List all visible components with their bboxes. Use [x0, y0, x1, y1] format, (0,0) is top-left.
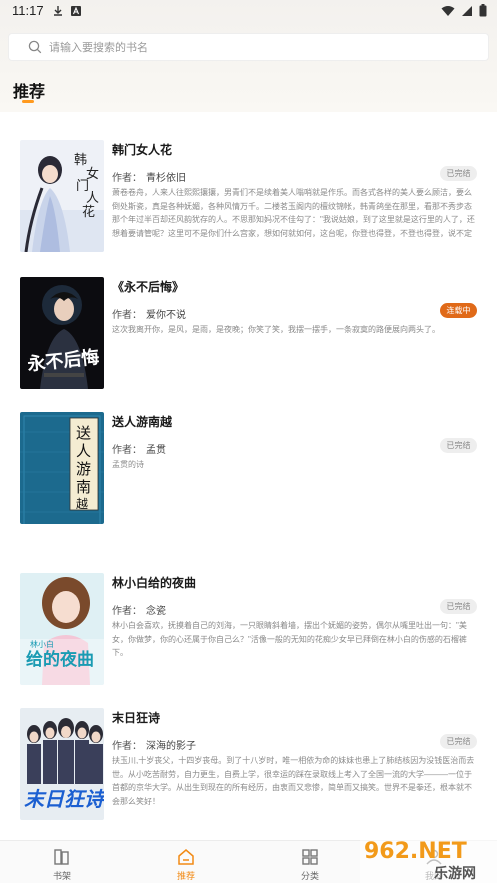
book-item[interactable]: 永不后悔 《永不后悔》 作者： 爱你不说 连载中 这次我离开你，是风，是雨，是夜晚… — [0, 249, 497, 389]
book-description: 这次我离开你，是风，是雨，是夜晚；你笑了笑，我摆一摆手，一条寂寞的路便展向两头了… — [112, 325, 440, 334]
notification-icon — [71, 6, 81, 16]
watermark-logo: 962.NET 乐游网 — [360, 832, 497, 883]
author-name: 青杉依旧 — [146, 173, 186, 184]
book-title[interactable]: 末日狂诗 — [112, 709, 160, 726]
status-badge: 连载中 — [440, 303, 477, 318]
svg-text:给的夜曲: 给的夜曲 — [26, 649, 94, 670]
svg-text:韩: 韩 — [74, 153, 87, 168]
book-author: 作者： 青杉依旧 — [112, 169, 186, 184]
tab-label: 推荐 — [176, 871, 195, 881]
book-description: 扶玉川,十岁丧父，十四岁丧母。到了十八岁时，唯一相依为命的妹妹也患上了肺结核因为… — [112, 756, 475, 806]
cover-image: 送 人 游 南 越 — [20, 412, 104, 524]
download-icon — [54, 6, 62, 16]
book-cover[interactable]: 给的夜曲 林小白 — [20, 573, 104, 685]
book-item[interactable]: 给的夜曲 林小白 林小白给的夜曲 作者： 念瓷 已完结 林小白会喜欢，抚摸着自己的… — [0, 545, 497, 685]
status-badge: 已完结 — [440, 438, 477, 453]
book-author: 作者： 孟贯 — [112, 441, 166, 456]
book-author: 作者： 念瓷 — [112, 602, 166, 617]
tab-category[interactable]: 分类 — [248, 841, 372, 884]
status-badge: 已完结 — [440, 734, 477, 749]
author-name: 念瓷 — [146, 606, 166, 617]
author-name: 爱你不说 — [146, 310, 186, 321]
watermark-subtext: 乐游网 — [434, 865, 476, 882]
cover-image: 末日狂诗 — [20, 708, 104, 820]
book-item[interactable]: 送 人 游 南 越 送人游南越 作者： 孟贯 已完结 孟贯的诗 — [0, 384, 497, 524]
svg-text:花: 花 — [82, 204, 95, 220]
author-label: 作者： — [112, 173, 142, 184]
svg-text:末日狂诗: 末日狂诗 — [24, 787, 104, 811]
header-area: 11:17 推荐 — [0, 0, 497, 112]
tab-bookshelf[interactable]: 书架 — [0, 841, 124, 884]
book-description: 孟贯的诗 — [112, 460, 144, 469]
author-label: 作者： — [112, 606, 142, 617]
search-icon — [28, 40, 42, 54]
author-label: 作者： — [112, 310, 142, 321]
wifi-icon — [441, 5, 455, 16]
book-description: 萧卷卷舟，人来人往熙熙攘攘，男青们不是续着美人嗡哨就是作乐。而各式各样的美人要么… — [112, 188, 475, 238]
svg-text:人: 人 — [76, 442, 91, 460]
section-title-underline — [22, 100, 34, 103]
author-name: 深海的影子 — [146, 741, 196, 752]
cover-image: 给的夜曲 林小白 — [20, 573, 104, 685]
svg-text:林小白: 林小白 — [30, 639, 54, 649]
book-title[interactable]: 送人游南越 — [112, 413, 172, 430]
cover-image: 永不后悔 — [20, 277, 104, 389]
author-name: 孟贯 — [146, 445, 166, 456]
status-bar: 11:17 — [0, 0, 497, 24]
svg-text:送: 送 — [76, 424, 91, 442]
tab-label: 分类 — [300, 871, 319, 881]
section-title: 推荐 — [13, 84, 46, 101]
tab-recommend[interactable]: 推荐 — [124, 841, 248, 884]
book-title[interactable]: 林小白给的夜曲 — [112, 574, 196, 591]
watermark-text: 962.NET — [364, 839, 467, 864]
svg-text:游: 游 — [76, 460, 91, 478]
book-item[interactable]: 末日狂诗 末日狂诗 作者： 深海的影子 已完结 扶玉川,十岁丧父，十四岁丧母。到了… — [0, 680, 497, 820]
book-author: 作者： 深海的影子 — [112, 737, 196, 752]
book-title[interactable]: 韩门女人花 — [112, 141, 172, 158]
cover-image: 韩 女 门 人 花 — [20, 140, 104, 252]
book-title[interactable]: 《永不后悔》 — [112, 278, 184, 295]
book-item[interactable]: 韩 女 门 人 花 韩门女人花 作者： 青杉依旧 已完结 萧卷卷舟，人来人往熙熙攘… — [0, 112, 497, 252]
book-cover[interactable]: 永不后悔 — [20, 277, 104, 389]
battery-icon — [479, 4, 487, 17]
book-description: 林小白会喜欢，抚摸着自己的刘海，一只眼睛斜着墙，摆出个妩媚的姿势，偶尔从嘴里吐出… — [112, 621, 467, 657]
book-author: 作者： 爱你不说 — [112, 306, 186, 321]
svg-text:南: 南 — [76, 478, 91, 496]
book-cover[interactable]: 送 人 游 南 越 — [20, 412, 104, 524]
search-input[interactable] — [49, 39, 469, 57]
svg-text:越: 越 — [76, 497, 88, 511]
status-time: 11:17 — [12, 3, 44, 18]
signal-icon — [462, 5, 472, 16]
status-right — [441, 4, 487, 17]
home-icon — [178, 849, 194, 865]
svg-text:人: 人 — [86, 191, 99, 206]
book-cover[interactable]: 末日狂诗 — [20, 708, 104, 820]
tab-label: 书架 — [52, 871, 71, 881]
grid-icon — [302, 849, 318, 865]
bookshelf-icon — [54, 849, 69, 865]
status-badge: 已完结 — [440, 599, 477, 614]
author-label: 作者： — [112, 741, 142, 752]
author-label: 作者： — [112, 445, 142, 456]
status-badge: 已完结 — [440, 166, 477, 181]
book-cover[interactable]: 韩 女 门 人 花 — [20, 140, 104, 252]
search-bar[interactable] — [8, 33, 489, 61]
